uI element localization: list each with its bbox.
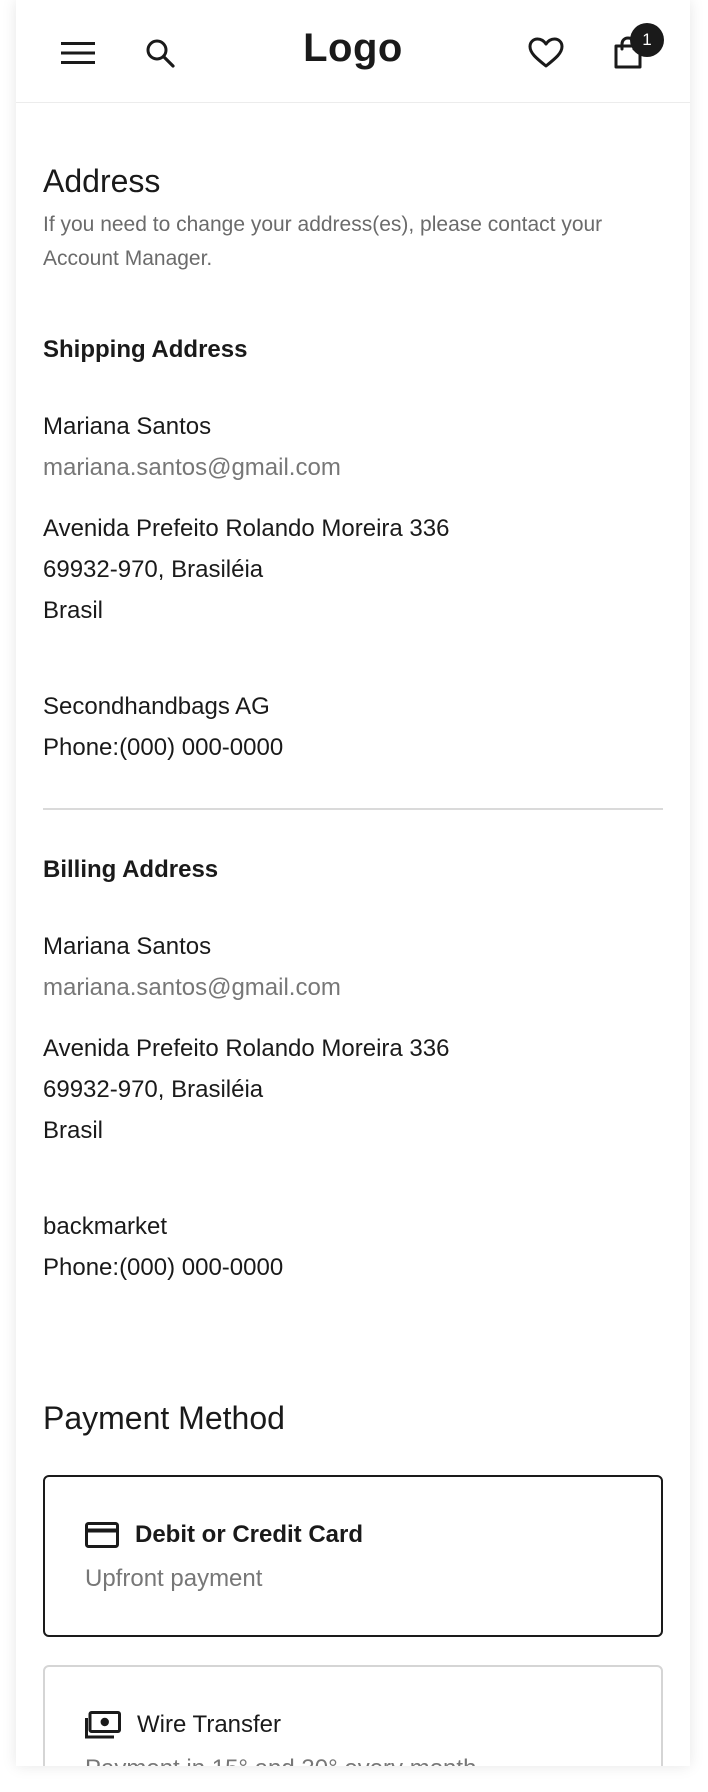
payment-option-label: Wire Transfer: [137, 1711, 282, 1738]
shipping-address-section: Shipping Address Mariana Santos mariana.…: [43, 336, 663, 768]
cart-count-badge: 1: [630, 23, 664, 57]
shipping-company: Secondhandbags AG: [43, 693, 270, 720]
main-content: Address If you need to change your addre…: [16, 163, 690, 1766]
billing-address-section: Billing Address Mariana Santos mariana.s…: [43, 856, 663, 1288]
cash-icon: [85, 1711, 121, 1739]
shipping-city: 69932-970, Brasiléia: [43, 556, 264, 583]
billing-email: mariana.santos@gmail.com: [43, 974, 341, 1001]
shipping-email: mariana.santos@gmail.com: [43, 454, 341, 481]
credit-card-icon: [85, 1522, 119, 1548]
payment-option-wire-transfer[interactable]: Wire Transfer Payment in 15° and 30° eve…: [43, 1665, 663, 1766]
top-header: Logo 1: [16, 0, 690, 103]
billing-address-heading: Billing Address: [43, 856, 219, 883]
heart-icon: [528, 37, 564, 68]
payment-method-title: Payment Method: [43, 1400, 285, 1436]
shipping-address-heading: Shipping Address: [43, 336, 248, 363]
billing-street: Avenida Prefeito Rolando Moreira 336: [43, 1035, 450, 1062]
wishlist-button[interactable]: [524, 31, 568, 75]
logo[interactable]: Logo: [16, 26, 690, 71]
payment-option-label: Debit or Credit Card: [135, 1521, 364, 1548]
address-note: If you need to change your address(es), …: [43, 213, 603, 270]
shipping-name: Mariana Santos: [43, 413, 212, 440]
billing-country: Brasil: [43, 1117, 104, 1144]
shipping-street: Avenida Prefeito Rolando Moreira 336: [43, 515, 450, 542]
payment-option-description: Payment in 15° and 30° every month: [85, 1755, 621, 1766]
shipping-country: Brasil: [43, 597, 104, 624]
shipping-phone: Phone:(000) 000-0000: [43, 734, 284, 761]
page-frame: Logo 1 Address If you need to change you…: [16, 0, 690, 1766]
payment-option-card[interactable]: Debit or Credit Card Upfront payment: [43, 1475, 663, 1637]
billing-name: Mariana Santos: [43, 933, 212, 960]
payment-method-section: Payment Method Debit or Credit Card Upfr…: [43, 1400, 663, 1766]
billing-city: 69932-970, Brasiléia: [43, 1076, 264, 1103]
billing-phone: Phone:(000) 000-0000: [43, 1254, 284, 1281]
section-divider: [43, 808, 663, 810]
billing-company: backmarket: [43, 1213, 168, 1240]
payment-option-description: Upfront payment: [85, 1565, 263, 1592]
address-title: Address: [43, 163, 161, 199]
cart-button[interactable]: 1: [606, 23, 664, 75]
